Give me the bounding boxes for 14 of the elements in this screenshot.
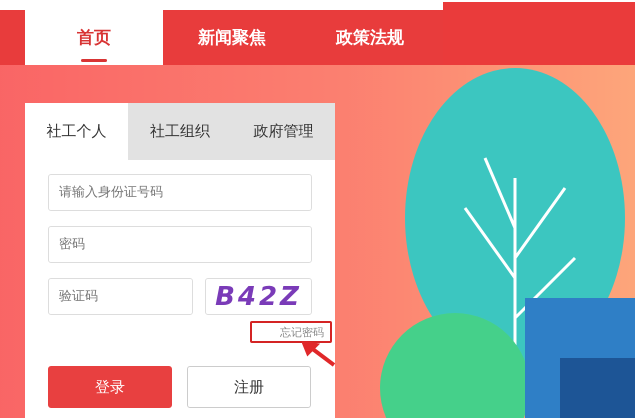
- nav-tab[interactable]: 新闻聚焦: [163, 10, 301, 65]
- login-tab[interactable]: 社工组织: [128, 103, 232, 160]
- forgot-password-link[interactable]: 忘记密码: [250, 321, 332, 343]
- captcha-field[interactable]: 验证码: [48, 278, 193, 315]
- nav-tab[interactable]: 首页: [25, 10, 163, 65]
- login-tab[interactable]: 社工个人: [25, 103, 128, 160]
- login-tab[interactable]: 政府管理: [232, 103, 335, 160]
- captcha-image[interactable]: B42Z: [205, 278, 312, 315]
- id-number-field[interactable]: 请输入身份证号码: [48, 174, 312, 211]
- nav-tab[interactable]: 政策法规: [301, 10, 439, 65]
- register-button[interactable]: 注册: [187, 366, 311, 408]
- login-button[interactable]: 登录: [48, 366, 172, 408]
- password-field[interactable]: 密码: [48, 226, 312, 263]
- annotation-arrow: [302, 341, 336, 367]
